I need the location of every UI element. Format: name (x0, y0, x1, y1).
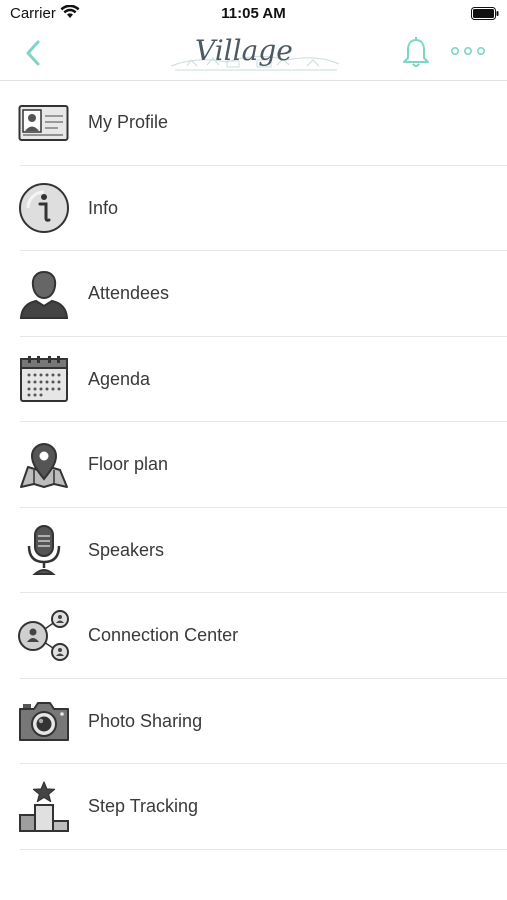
menu-item-photo-sharing[interactable]: Photo Sharing (0, 679, 507, 765)
main-menu: My Profile Info Attendees Agenda Floor p… (0, 80, 507, 850)
menu-item-label: My Profile (88, 112, 169, 133)
menu-item-my-profile[interactable]: My Profile (0, 80, 507, 166)
menu-item-label: Step Tracking (88, 796, 199, 817)
menu-item-info[interactable]: Info (0, 166, 507, 252)
village-logo: Village (170, 34, 340, 71)
menu-item-label: Floor plan (88, 454, 169, 475)
network-icon (18, 609, 70, 662)
menu-item-label: Agenda (88, 368, 151, 389)
status-time: 11:05 AM (221, 5, 286, 22)
menu-item-attendees[interactable]: Attendees (0, 251, 507, 337)
menu-item-speakers[interactable]: Speakers (0, 508, 507, 594)
status-bar: Carrier 11:05 AM (0, 0, 507, 28)
menu-item-label: Photo Sharing (88, 710, 203, 731)
microphone-icon (18, 524, 70, 576)
battery-icon (471, 7, 499, 20)
person-icon (18, 268, 70, 320)
bell-icon[interactable] (400, 36, 432, 70)
menu-item-floor-plan[interactable]: Floor plan (0, 422, 507, 508)
svg-text:Village: Village (195, 34, 293, 67)
menu-item-label: Info (88, 197, 119, 218)
info-icon (18, 182, 70, 234)
calendar-icon (18, 353, 70, 405)
menu-item-label: Attendees (88, 283, 170, 304)
menu-item-connection-center[interactable]: Connection Center (0, 593, 507, 679)
more-options-icon[interactable] (450, 44, 486, 58)
menu-item-agenda[interactable]: Agenda (0, 337, 507, 423)
camera-icon (18, 695, 70, 747)
back-chevron-icon[interactable] (22, 38, 46, 68)
menu-item-label: Speakers (88, 539, 165, 560)
nav-bar: Village (0, 28, 507, 81)
map-pin-icon (18, 439, 70, 491)
menu-item-label: Connection Center (88, 625, 239, 646)
menu-item-step-tracking[interactable]: Step Tracking (0, 764, 507, 850)
id-card-icon (18, 97, 70, 149)
podium-icon (18, 781, 70, 833)
